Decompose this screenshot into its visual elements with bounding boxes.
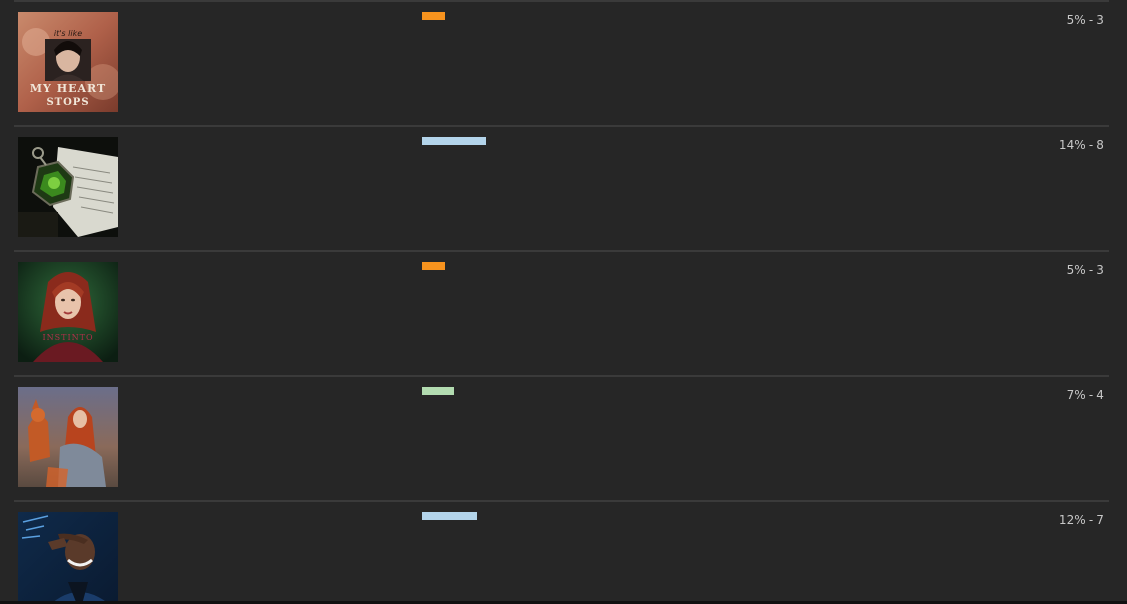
vote-percent: 14% — [1058, 138, 1086, 152]
poll-option-row[interactable]: 7% -4 — [14, 375, 1109, 500]
option-thumbnail-red-haired-woman[interactable]: INSTINTO — [18, 262, 118, 362]
vote-percent: 5% — [1066, 263, 1086, 277]
vote-count: 4 — [1096, 388, 1104, 402]
option-thumbnail-locket[interactable] — [18, 137, 118, 237]
vote-separator: - — [1088, 138, 1094, 152]
vote-stats: 7% -4 — [1067, 388, 1104, 402]
vote-bar-track — [422, 12, 882, 20]
thumbnail-image — [18, 137, 118, 237]
thumbnail-image — [18, 512, 118, 604]
vote-bar-fill — [422, 262, 445, 270]
vote-separator: - — [1088, 513, 1094, 527]
vote-stats: 14% -8 — [1059, 138, 1104, 152]
vote-stats: 12% -7 — [1059, 513, 1104, 527]
option-thumbnail-smiling-man[interactable] — [18, 512, 118, 604]
poll-option-row[interactable]: 12% -7 — [14, 500, 1109, 604]
poll-results: it's like MY HEART STOPS 5% -3 14% - 8 I… — [0, 0, 1127, 604]
vote-count: 8 — [1096, 138, 1104, 152]
vote-bar-fill — [422, 387, 454, 395]
poll-option-row[interactable]: it's like MY HEART STOPS 5% -3 — [14, 0, 1109, 125]
vote-percent: 5% — [1066, 13, 1086, 27]
vote-stats: 5% -3 — [1067, 263, 1104, 277]
poll-option-row[interactable]: INSTINTO 5% -3 — [14, 250, 1109, 375]
vote-bar-track — [422, 262, 882, 270]
vote-count: 3 — [1096, 263, 1104, 277]
thumbnail-image: it's like MY HEART STOPS — [18, 12, 118, 112]
svg-text:it's like: it's like — [54, 29, 82, 38]
vote-percent: 7% — [1066, 388, 1086, 402]
vote-bar-fill — [422, 12, 445, 20]
svg-text:INSTINTO: INSTINTO — [42, 333, 93, 342]
thumbnail-image: INSTINTO — [18, 262, 118, 362]
svg-text:STOPS: STOPS — [46, 97, 89, 108]
vote-stats: 5% -3 — [1067, 13, 1104, 27]
vote-count: 7 — [1096, 513, 1104, 527]
vote-bar-fill — [422, 512, 477, 520]
vote-bar-track — [422, 512, 882, 520]
vote-bar-fill — [422, 137, 486, 145]
option-thumbnail-my-heart-stops[interactable]: it's like MY HEART STOPS — [18, 12, 118, 112]
vote-separator: - — [1088, 263, 1094, 277]
vote-separator: - — [1088, 388, 1094, 402]
vote-percent: 12% — [1058, 513, 1086, 527]
vote-separator: - — [1088, 13, 1094, 27]
poll-option-row[interactable]: 14% -8 — [14, 125, 1109, 250]
vote-count: 3 — [1096, 13, 1104, 27]
vote-bar-track — [422, 387, 882, 395]
thumbnail-image — [18, 387, 118, 487]
svg-text:MY HEART: MY HEART — [30, 82, 106, 95]
option-thumbnail-woman-with-fox[interactable] — [18, 387, 118, 487]
vote-bar-track — [422, 137, 882, 145]
